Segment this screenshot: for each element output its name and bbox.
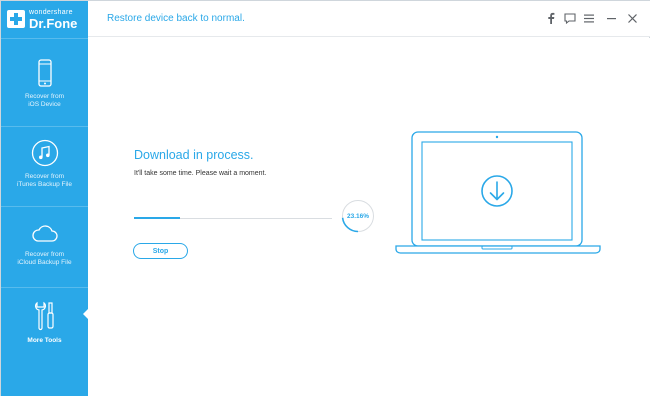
plus-cross-logo-icon <box>7 10 25 28</box>
close-icon <box>627 13 637 23</box>
sidebar-item-label: iTunes Backup File <box>16 181 73 188</box>
app-logo: wondershare Dr.Fone <box>1 1 88 37</box>
sidebar-item-label: More Tools <box>27 337 62 344</box>
sidebar-item-label: Recover from <box>24 93 64 100</box>
laptop-download-icon <box>395 131 601 254</box>
sidebar: wondershare Dr.Fone Recover from iOS Dev… <box>1 1 89 396</box>
itunes-music-icon <box>31 139 58 167</box>
iphone-icon <box>37 59 52 87</box>
title-bar: Restore device back to normal. <box>88 1 650 37</box>
sidebar-item-itunes-backup[interactable]: Recover from iTunes Backup File <box>1 139 88 189</box>
menu-icon <box>584 14 594 22</box>
sidebar-divider <box>1 287 88 288</box>
close-button[interactable] <box>625 11 639 25</box>
logo-product: Dr.Fone <box>29 15 78 31</box>
sidebar-item-label: iOS Device <box>28 101 61 108</box>
progress-bar <box>134 217 332 219</box>
sidebar-item-icloud-backup[interactable]: Recover from iCloud Backup File <box>1 225 88 267</box>
menu-button[interactable] <box>582 11 596 25</box>
progress-bar-fill <box>134 217 180 219</box>
progress-percent-label: 23.16% <box>346 212 370 220</box>
facebook-button[interactable] <box>544 11 558 25</box>
page-title: Restore device back to normal. <box>107 13 245 24</box>
feedback-icon <box>564 12 576 24</box>
tools-icon <box>34 301 54 331</box>
sidebar-divider <box>1 38 88 39</box>
sidebar-item-label: Recover from <box>24 251 64 258</box>
status-subtext: It'll take some time. Please wait a mome… <box>134 170 267 177</box>
minimize-icon <box>606 17 616 19</box>
sidebar-item-ios-device[interactable]: Recover from iOS Device <box>1 59 88 109</box>
sidebar-item-label: iCloud Backup File <box>17 259 72 266</box>
stop-button[interactable]: Stop <box>133 243 188 259</box>
feedback-button[interactable] <box>563 11 577 25</box>
status-heading: Download in process. <box>134 148 254 162</box>
sidebar-item-label: Recover from <box>24 173 64 180</box>
icloud-icon <box>31 225 58 242</box>
logo-brand: wondershare <box>29 8 73 16</box>
main-content: Download in process. It'll take some tim… <box>88 38 650 396</box>
facebook-icon <box>548 12 555 24</box>
sidebar-item-more-tools[interactable]: More Tools <box>1 301 88 345</box>
sidebar-divider <box>1 206 88 207</box>
app-window: wondershare Dr.Fone Recover from iOS Dev… <box>0 0 650 396</box>
sidebar-divider <box>1 126 88 127</box>
minimize-button[interactable] <box>604 11 618 25</box>
